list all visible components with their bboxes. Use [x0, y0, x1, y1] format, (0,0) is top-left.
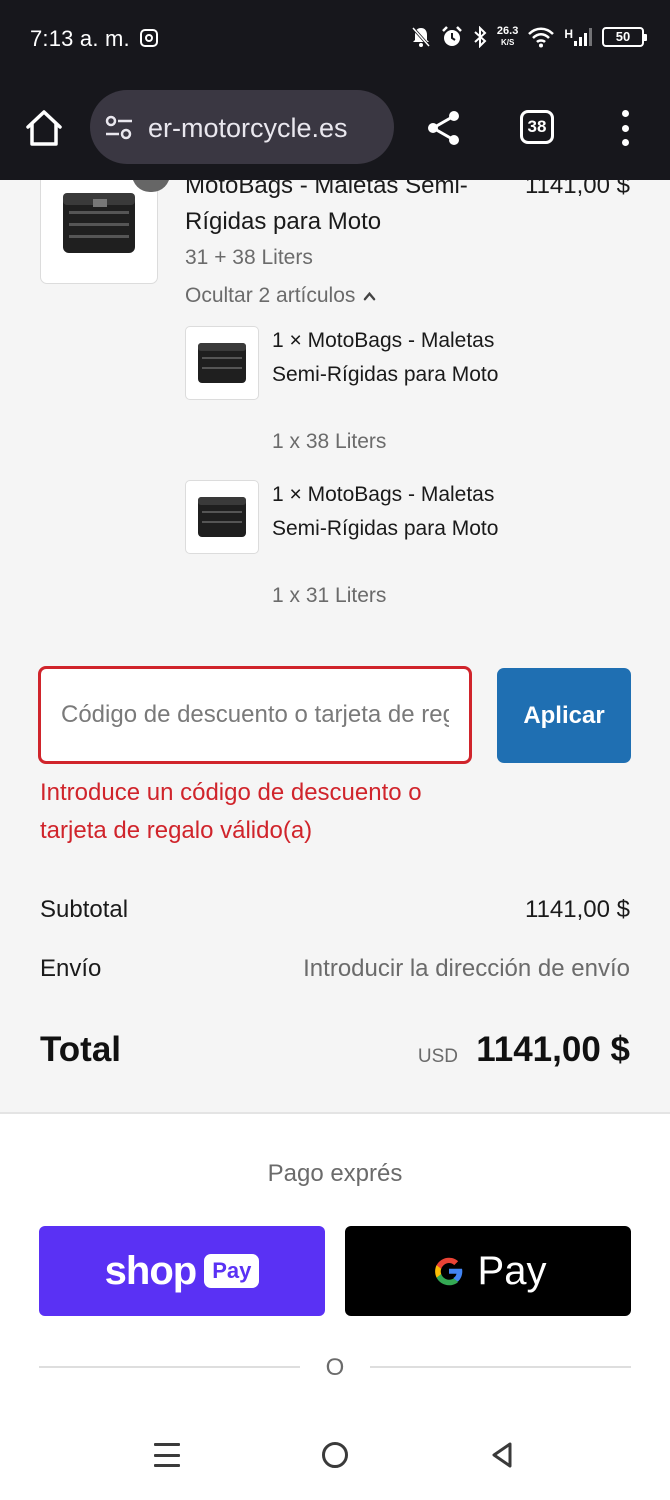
sub-item-variant: 1 x 31 Liters: [272, 584, 387, 607]
status-bar: 7:13 a. m. 26.3 K/S H 50: [0, 0, 670, 78]
discount-error: Introduce un código de descuento o tarje…: [40, 779, 422, 844]
google-pay-button[interactable]: Pay: [345, 1226, 631, 1316]
total-currency: USD: [417, 1046, 458, 1067]
instagram-icon: [140, 29, 158, 47]
network-type: H: [564, 27, 573, 41]
home-nav-icon[interactable]: [322, 1442, 348, 1468]
product-variant: 31 + 38 Liters: [185, 246, 313, 269]
shipping-value: Introducir la dirección de envío: [303, 955, 630, 982]
shipping-label: Envío: [40, 955, 102, 982]
system-nav-bar: [0, 1410, 670, 1500]
network-speed-value: 26.3: [496, 25, 519, 37]
url-bar[interactable]: er-motorcycle.es: [90, 90, 394, 164]
site-settings-icon[interactable]: [104, 115, 134, 141]
url-text: er-motorcycle.es: [148, 113, 348, 143]
tab-count: 38: [527, 117, 547, 136]
home-icon[interactable]: [22, 106, 66, 150]
tabs-icon[interactable]: 38: [520, 110, 554, 144]
express-title: Pago exprés: [267, 1160, 403, 1187]
hide-items-label: Ocultar 2 artículos: [185, 284, 356, 307]
network-speed: 26.3 K/S: [497, 26, 518, 48]
order-summary: MotoBags - Maletas Semi-Rígidas para Mot…: [0, 180, 670, 1112]
sub-item-image: [185, 326, 259, 400]
chevron-up-icon: [364, 291, 376, 300]
shop-pay-badge: Pay: [204, 1254, 260, 1288]
product-price: 1141,00 $: [525, 180, 630, 199]
apply-discount-button[interactable]: Aplicar: [497, 668, 631, 763]
express-checkout: Pago exprés shop Pay Pay O: [0, 1112, 670, 1410]
sub-item-name: 1 × MotoBags - Maletas Semi-Rígidas para…: [272, 483, 499, 540]
sub-item-name: 1 × MotoBags - Maletas Semi-Rígidas para…: [272, 329, 499, 386]
bluetooth-icon: [474, 26, 487, 48]
discount-code-input[interactable]: [38, 666, 472, 764]
battery-level: 50: [615, 29, 631, 44]
subtotal-value: 1141,00 $: [525, 896, 630, 923]
divider-label: O: [325, 1354, 345, 1381]
battery-icon: 50: [602, 27, 647, 47]
more-vert-icon[interactable]: [612, 110, 638, 146]
back-icon[interactable]: [490, 1441, 514, 1469]
browser-toolbar: er-motorcycle.es 38: [0, 78, 670, 180]
sub-item-image: [185, 480, 259, 554]
status-icons: 26.3 K/S H 50: [411, 22, 647, 52]
alarm-icon: [442, 26, 462, 46]
product-title: MotoBags - Maletas Semi-Rígidas para Mot…: [185, 180, 468, 235]
sub-item-variant: 1 x 38 Liters: [272, 430, 387, 453]
product-image: [40, 180, 158, 284]
total-label: Total: [40, 1030, 122, 1069]
status-time: 7:13 a. m.: [30, 26, 130, 51]
shop-pay-logo: shop: [104, 1248, 198, 1293]
network-speed-unit: K/S: [500, 38, 515, 47]
subtotal-label: Subtotal: [40, 896, 129, 923]
recents-icon[interactable]: [154, 1443, 180, 1467]
share-icon[interactable]: [424, 108, 464, 148]
wifi-icon: [528, 27, 555, 48]
google-pay-label: Pay: [477, 1248, 547, 1293]
hide-items-toggle[interactable]: Ocultar 2 artículos: [185, 284, 376, 308]
bell-off-icon: [411, 27, 431, 47]
total-value: 1141,00 $: [476, 1030, 630, 1069]
signal-icon: [574, 28, 592, 46]
google-logo-icon: [434, 1257, 462, 1286]
shop-pay-button[interactable]: shop Pay: [39, 1226, 325, 1316]
